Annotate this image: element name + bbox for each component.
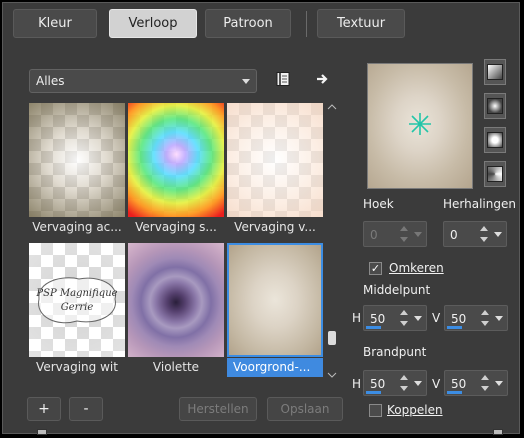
gradient-swatch: [128, 243, 224, 357]
repeats-label: Herhalingen: [443, 197, 516, 211]
tab-patroon[interactable]: Patroon: [205, 9, 291, 38]
center-h-input[interactable]: 50: [363, 305, 427, 331]
spin-arrows-icon: [398, 223, 410, 245]
center-v-level-bar: [447, 326, 462, 329]
spin-arrows-icon[interactable]: [479, 307, 491, 329]
gradient-swatch: [128, 103, 224, 217]
chevron-down-icon[interactable]: [493, 372, 506, 394]
tab-verloop[interactable]: Verloop: [109, 9, 197, 38]
gradient-swatch: [227, 243, 323, 357]
gradient-caption: Vervaging ac...: [32, 220, 122, 234]
add-gradient-button[interactable]: +: [27, 397, 61, 421]
focal-h-input[interactable]: 50: [363, 370, 427, 396]
gradient-tile[interactable]: Vervaging ac...: [29, 103, 125, 237]
tab-textuur[interactable]: Textuur: [317, 9, 405, 38]
library-book-icon[interactable]: [273, 69, 293, 89]
focal-v-input[interactable]: 50: [444, 370, 508, 396]
center-v-input[interactable]: 50: [444, 305, 508, 331]
invert-label[interactable]: Omkeren: [389, 261, 444, 275]
gradient-caption: Vervaging wit: [36, 360, 118, 374]
link-checkbox[interactable]: [369, 404, 382, 417]
chevron-down-icon[interactable]: [493, 307, 506, 329]
resize-handle[interactable]: [37, 429, 47, 435]
gradient-swatch: [227, 103, 323, 217]
gradient-caption: Vervaging v...: [234, 220, 316, 234]
gradient-type-linear[interactable]: [484, 59, 506, 85]
gradient-type-sunburst[interactable]: [484, 127, 506, 153]
gradient-caption: Violette: [152, 360, 200, 374]
gradient-tile[interactable]: Vervaging v...: [227, 103, 323, 237]
resize-handle[interactable]: [493, 429, 503, 435]
chevron-down-icon[interactable]: [492, 223, 505, 245]
gradient-tile[interactable]: Vervaging s...: [128, 103, 224, 237]
focal-h-label: H: [352, 377, 362, 391]
tab-divider: [306, 11, 307, 37]
center-point-icon[interactable]: [406, 110, 434, 138]
svg-text:Gerrie: Gerrie: [61, 302, 94, 313]
gradient-list-scrollbar[interactable]: [326, 103, 338, 381]
focal-v-label: V: [432, 377, 441, 391]
center-point-label: Middelpunt: [363, 283, 431, 297]
gradient-type-radial[interactable]: [484, 161, 506, 187]
focal-h-value: 50: [370, 377, 386, 391]
focal-v-value: 50: [451, 377, 467, 391]
link-label[interactable]: Koppelen: [387, 403, 443, 417]
center-v-value: 50: [451, 312, 467, 326]
spin-arrows-icon[interactable]: [479, 372, 491, 394]
chevron-down-icon: [412, 223, 425, 245]
rectangular-gradient-icon: [487, 98, 503, 114]
gradient-preview[interactable]: [367, 63, 473, 189]
gradient-tile[interactable]: PSP Magnifique Gerrie Vervaging wit: [29, 243, 125, 377]
center-h-level-bar: [366, 326, 381, 329]
angle-label: Hoek: [363, 197, 394, 211]
chevron-down-icon[interactable]: [412, 372, 425, 394]
remove-gradient-button[interactable]: -: [69, 397, 103, 421]
gradient-type-rectangular[interactable]: [484, 93, 506, 119]
reset-button[interactable]: Herstellen: [179, 397, 257, 421]
gradient-list: Vervaging ac... Vervaging s... Vervaging…: [29, 103, 323, 381]
chevron-down-icon: [242, 79, 250, 84]
tab-kleur[interactable]: Kleur: [13, 9, 97, 38]
gradient-tile[interactable]: Violette: [128, 243, 224, 377]
invert-checkbox[interactable]: ✓: [369, 262, 382, 275]
radial-gradient-icon: [487, 166, 503, 182]
chevron-down-icon[interactable]: [412, 307, 425, 329]
center-v-label: V: [432, 311, 441, 325]
angle-value: 0: [370, 228, 378, 242]
sunburst-gradient-icon: [487, 132, 503, 148]
svg-text:PSP Magnifique: PSP Magnifique: [35, 288, 117, 299]
focal-v-level-bar: [447, 391, 462, 394]
gradient-swatch: PSP Magnifique Gerrie: [29, 243, 125, 357]
gradient-panel: Kleur Verloop Patroon Textuur Alles Verv…: [2, 2, 520, 435]
focal-point-label: Brandpunt: [363, 345, 427, 359]
linear-gradient-icon: [487, 64, 503, 80]
gradient-caption: Vervaging s...: [135, 220, 217, 234]
center-h-value: 50: [370, 312, 386, 326]
save-button[interactable]: Opslaan: [267, 397, 343, 421]
checkmark-icon: ✓: [370, 262, 381, 275]
gradient-swatch: [29, 103, 125, 217]
repeats-input[interactable]: 0: [443, 221, 507, 247]
angle-input: 0: [363, 221, 427, 247]
center-h-label: H: [352, 311, 362, 325]
focal-h-level-bar: [366, 391, 381, 394]
category-select[interactable]: Alles: [29, 69, 257, 93]
scrollbar-thumb[interactable]: [328, 331, 336, 345]
arrow-right-icon[interactable]: [313, 69, 333, 89]
watermark-logo-icon: PSP Magnifique Gerrie: [35, 277, 118, 324]
category-select-value: Alles: [36, 74, 65, 88]
gradient-tile-selected[interactable]: Voorgrond-...: [227, 243, 323, 377]
spin-arrows-icon[interactable]: [478, 223, 490, 245]
repeats-value: 0: [450, 228, 458, 242]
gradient-caption: Voorgrond-...: [227, 358, 323, 377]
spin-arrows-icon[interactable]: [398, 372, 410, 394]
spin-arrows-icon[interactable]: [398, 307, 410, 329]
